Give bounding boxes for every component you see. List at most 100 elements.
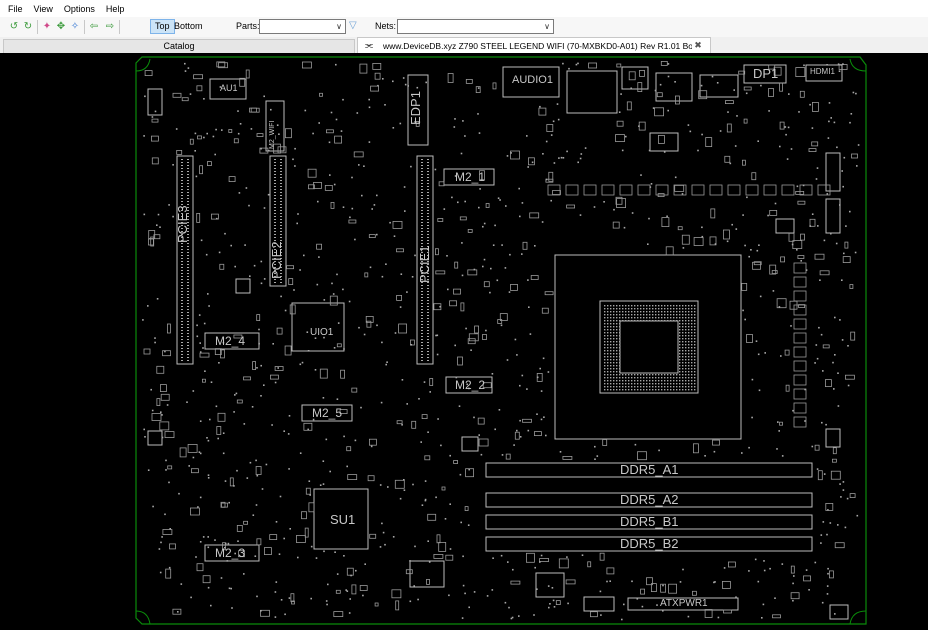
pad (246, 477, 249, 479)
cpu-pad (625, 377, 627, 379)
cpu-pad (691, 383, 693, 385)
cpu-pad (607, 383, 609, 385)
cpu-pad (646, 377, 648, 379)
cpu-pad (694, 323, 696, 325)
pad (423, 381, 426, 383)
pad (667, 75, 670, 78)
smd-component (850, 331, 856, 341)
cpu-pad (682, 317, 684, 319)
filter-icon[interactable]: ▽ (349, 20, 357, 31)
smd-component (424, 455, 431, 461)
cpu-pad (628, 380, 630, 382)
pin-icon[interactable]: ⫘ (363, 40, 375, 51)
tab-catalog[interactable]: Catalog (3, 39, 355, 53)
pad (172, 215, 174, 218)
cpu-pad (661, 383, 663, 385)
arrow-right-icon[interactable]: ⇨ (104, 21, 116, 33)
pad (230, 587, 232, 590)
smd-component (167, 465, 173, 470)
pad (299, 363, 302, 366)
parts-select[interactable]: ∨ (259, 19, 346, 34)
cpu-pad (616, 308, 618, 310)
pad (293, 289, 295, 291)
smd-component (788, 232, 795, 242)
bottom-side-button[interactable]: Bottom (174, 20, 203, 33)
smd-component (437, 218, 444, 222)
smd-component (394, 479, 405, 489)
pad (842, 185, 844, 188)
menu-options[interactable]: Options (64, 4, 95, 14)
tab-boardview[interactable]: ⫘ www.DeviceDB.xyz Z790 STEEL LEGEND WIF… (357, 37, 711, 53)
cpu-pad (607, 326, 609, 328)
zoom-fit-icon[interactable]: ✥ (55, 21, 67, 33)
smd-component (800, 233, 805, 241)
pad (356, 112, 359, 114)
cpu-pad (688, 389, 690, 391)
pad (284, 309, 287, 312)
cpu-pad (661, 320, 663, 322)
pad (278, 133, 280, 135)
menu-file[interactable]: File (8, 4, 23, 14)
close-icon[interactable]: ✖ (692, 40, 704, 51)
slot-pin (274, 195, 276, 196)
pad (348, 612, 351, 614)
pad (336, 573, 339, 575)
top-side-button[interactable]: Top (150, 19, 175, 34)
cpu-pad (622, 374, 624, 376)
pad (306, 331, 309, 333)
smd-component (808, 148, 817, 152)
smd-component (830, 470, 841, 480)
cpu-pad (610, 314, 612, 316)
smd-component (522, 241, 528, 250)
cpu-pad (616, 377, 618, 379)
menu-view[interactable]: View (34, 4, 53, 14)
cpu-pad (664, 377, 666, 379)
zoom-in-icon[interactable]: ✦ (41, 21, 53, 33)
pad (207, 477, 210, 479)
pad (518, 187, 520, 190)
pad (178, 492, 180, 495)
pad (224, 480, 227, 482)
board-drawing (135, 56, 867, 625)
pad (303, 254, 305, 257)
smd-component (269, 374, 279, 380)
pad (435, 334, 437, 337)
slot-pin (280, 183, 282, 184)
menu-help[interactable]: Help (106, 4, 125, 14)
cpu-pad (616, 380, 618, 382)
pad (499, 199, 501, 201)
slot-pin (181, 183, 183, 184)
cpu-pad (670, 386, 672, 388)
pad (681, 193, 684, 195)
cpu-pad (619, 353, 621, 355)
cpu-pad (688, 308, 690, 310)
pad (319, 484, 322, 486)
cpu-pad (694, 305, 696, 307)
vrm-component (547, 184, 561, 196)
smd-component (368, 234, 376, 239)
pad (505, 205, 507, 207)
pad (785, 133, 787, 136)
zoom-out-icon[interactable]: ✧ (69, 21, 81, 33)
rotate-left-icon[interactable]: ↺ (8, 21, 20, 33)
cpu-pad (604, 326, 606, 328)
smd-component (541, 307, 549, 314)
slot-pin (181, 258, 183, 259)
cpu-pad (655, 308, 657, 310)
arrow-left-icon[interactable]: ⇦ (88, 21, 100, 33)
cpu-pad (613, 356, 615, 358)
cpu-pad (688, 329, 690, 331)
rotate-right-icon[interactable]: ↻ (22, 21, 34, 33)
smd-component (602, 439, 608, 446)
smd-component (255, 466, 262, 475)
board-canvas[interactable]: PCIE3 PCIE2 PCIE1 EDP1 M2_WIFI AUDIO1 DP… (0, 53, 928, 630)
cpu-pad (628, 383, 630, 385)
vrm-component (793, 360, 807, 372)
pad (429, 391, 431, 393)
slot-pin (421, 339, 423, 340)
cpu-pad (682, 338, 684, 340)
pad (226, 560, 229, 562)
smd-component (743, 86, 752, 91)
pad (674, 176, 677, 179)
nets-select[interactable]: ∨ (397, 19, 554, 34)
